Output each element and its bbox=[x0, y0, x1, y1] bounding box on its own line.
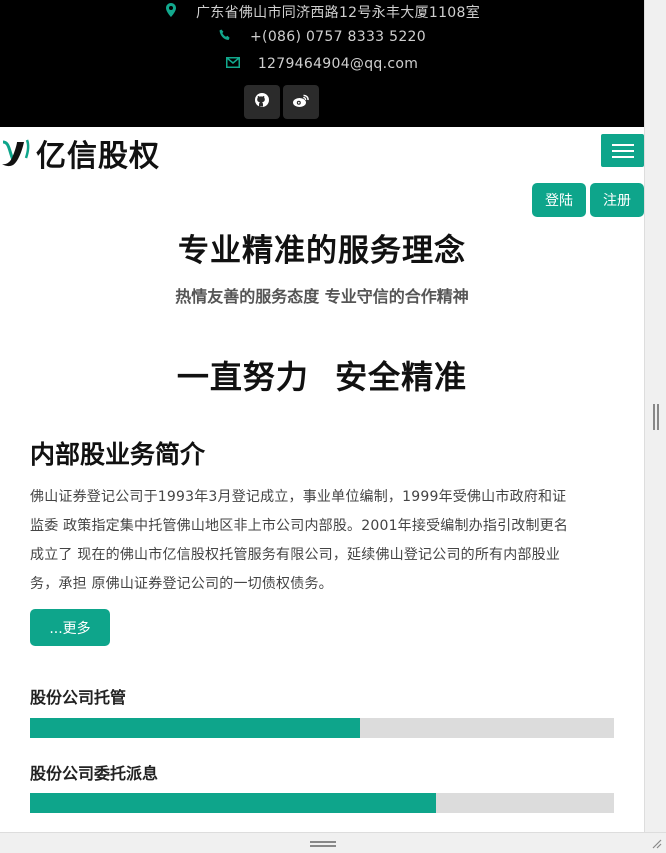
envelope-icon bbox=[225, 56, 240, 72]
logo-text: 亿信股权 bbox=[36, 139, 160, 174]
main-navbar: 亿信股权 bbox=[0, 127, 644, 179]
progress-fill bbox=[30, 718, 360, 738]
slogan-heading: 一直努力 安全精准 bbox=[176, 358, 468, 396]
intro-line: 佛山证券登记公司于1993年3月登记成立，事业单位编制，1999年受佛山市政府和… bbox=[30, 489, 567, 505]
phone-icon bbox=[218, 29, 232, 45]
vertical-scrollbar[interactable] bbox=[644, 0, 666, 832]
site-logo[interactable]: 亿信股权 bbox=[0, 136, 160, 174]
map-marker-icon bbox=[164, 3, 178, 21]
intro-line: 务，承担 原佛山证券登记公司的一切债权债务。 bbox=[30, 576, 333, 592]
social-links bbox=[244, 85, 319, 119]
login-button[interactable]: 登陆 bbox=[532, 183, 586, 217]
intro-paragraph: 佛山证券登记公司于1993年3月登记成立，事业单位编制，1999年受佛山市政府和… bbox=[30, 483, 616, 599]
skill-label-custody: 股份公司托管 bbox=[30, 688, 127, 707]
horizontal-scrollbar[interactable] bbox=[0, 832, 666, 853]
menu-toggle-button[interactable] bbox=[601, 134, 644, 167]
hamburger-icon-line bbox=[611, 143, 634, 146]
github-icon bbox=[254, 92, 270, 112]
more-button[interactable]: ...更多 bbox=[30, 609, 110, 646]
phone-text[interactable]: +(086) 0757 8333 5220 bbox=[250, 29, 426, 45]
phone-line: +(086) 0757 8333 5220 bbox=[0, 29, 644, 45]
logo-mark-icon bbox=[0, 137, 32, 169]
hamburger-icon-line bbox=[611, 149, 634, 152]
progress-bar-custody bbox=[30, 718, 614, 738]
top-contact-bar: 广东省佛山市同济西路12号永丰大厦1108室 +(086) 0757 8333 … bbox=[0, 0, 644, 127]
register-button[interactable]: 注册 bbox=[590, 183, 644, 217]
hero-title: 专业精准的服务理念 bbox=[178, 233, 466, 269]
intro-line: 监委 政策指定集中托管佛山地区非上市公司内部股。2001年接受编制办指引改制更名 bbox=[30, 518, 569, 534]
resize-grip-icon[interactable] bbox=[650, 837, 662, 849]
email-text[interactable]: 1279464904@qq.com bbox=[258, 56, 418, 72]
auth-buttons: 登陆 注册 bbox=[532, 183, 644, 217]
weibo-icon bbox=[292, 93, 310, 112]
intro-line: 成立了 现在的佛山市亿信股权托管服务有限公司，延续佛山登记公司的所有内部股业 bbox=[30, 547, 561, 563]
github-button[interactable] bbox=[244, 85, 280, 119]
scroll-grip-icon[interactable] bbox=[653, 404, 659, 430]
address-line: 广东省佛山市同济西路12号永丰大厦1108室 bbox=[0, 2, 644, 22]
email-line: 1279464904@qq.com bbox=[0, 56, 644, 72]
skill-label-dividend: 股份公司委托派息 bbox=[30, 764, 159, 783]
hero-subtitle: 热情友善的服务态度 专业守信的合作精神 bbox=[175, 287, 469, 306]
progress-bar-dividend bbox=[30, 793, 614, 813]
weibo-button[interactable] bbox=[283, 85, 319, 119]
intro-title: 内部股业务简介 bbox=[30, 440, 206, 469]
hamburger-icon-line bbox=[611, 155, 634, 158]
address-text: 广东省佛山市同济西路12号永丰大厦1108室 bbox=[195, 5, 481, 21]
scroll-grip-icon[interactable] bbox=[310, 841, 336, 847]
progress-fill bbox=[30, 793, 436, 813]
